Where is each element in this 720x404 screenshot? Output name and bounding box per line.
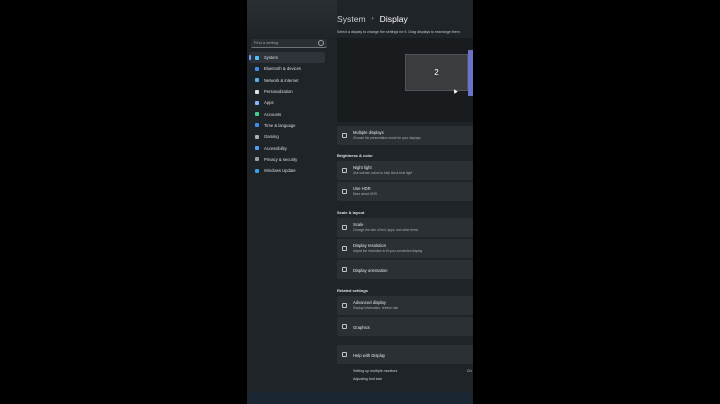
graphics-icon	[342, 324, 347, 329]
hdr-card[interactable]: Use HDR More about HDR	[337, 182, 473, 201]
section-scale-layout: Scale & layout	[337, 210, 365, 215]
multiple-displays-icon	[342, 133, 347, 138]
display-arrangement[interactable]: 2	[337, 38, 473, 122]
scale-card[interactable]: Scale Change the size of text, apps, and…	[337, 218, 473, 237]
main-content: System › Display Select a display to cha…	[337, 0, 473, 404]
sidebar-item-label: Personalization	[264, 89, 293, 95]
card-subtitle: Display information, refresh rate	[353, 306, 399, 310]
card-title: Graphics	[353, 324, 370, 330]
update-icon	[255, 168, 259, 173]
sidebar-item-apps[interactable]: Apps	[249, 97, 325, 108]
sidebar-item-time-language[interactable]: Time & language	[249, 120, 325, 131]
orientation-card[interactable]: Display orientation	[337, 260, 473, 279]
graphics-card[interactable]: Graphics	[337, 317, 473, 336]
breadcrumb-system[interactable]: System	[337, 14, 366, 24]
arrange-hint: Select a display to change the settings …	[337, 30, 461, 34]
chevron-right-icon: ›	[371, 16, 374, 22]
search-icon	[318, 40, 324, 46]
sidebar-item-gaming[interactable]: Gaming	[249, 131, 325, 142]
sidebar-item-network-internet[interactable]: Network & internet	[249, 75, 325, 86]
help-title: Help with Display	[353, 352, 386, 358]
card-title: Use HDR	[353, 186, 371, 191]
advanced-display-card[interactable]: Advanced display Display information, re…	[337, 296, 473, 315]
hdr-icon	[342, 189, 347, 194]
night-light-card[interactable]: Night light Use warmer colors to help bl…	[337, 161, 473, 180]
sidebar-item-label: Network & internet	[264, 77, 299, 83]
help-trailing-text: Ch	[467, 369, 472, 373]
monitor-icon	[255, 55, 259, 60]
sidebar-nav: System Bluetooth & devices Network & inter…	[249, 52, 325, 176]
page-title: Display	[379, 14, 408, 24]
resolution-card[interactable]: Display resolution Adjust the resolution…	[337, 239, 473, 258]
monitor-label: 2	[434, 68, 439, 77]
sidebar-item-label: Apps	[264, 100, 274, 106]
multiple-displays-card[interactable]: Multiple displays Choose the presentatio…	[337, 126, 473, 145]
sidebar-item-label: Bluetooth & devices	[264, 66, 302, 72]
orientation-icon	[342, 267, 347, 272]
card-title: Multiple displays	[353, 130, 384, 135]
sidebar-item-label: Accessibility	[264, 145, 287, 151]
sidebar-item-label: Windows Update	[264, 168, 296, 174]
section-brightness: Brightness & color	[337, 153, 373, 158]
sidebar-item-label: Gaming	[264, 134, 279, 140]
brush-icon	[255, 89, 259, 94]
card-title: Night light	[353, 165, 372, 170]
search-input[interactable]: Find a setting	[251, 39, 327, 48]
taskbar-strip	[247, 392, 473, 404]
card-subtitle: Choose the presentation mode for your di…	[353, 136, 421, 140]
sidebar-item-bluetooth-devices[interactable]: Bluetooth & devices	[249, 63, 325, 74]
settings-window: Find a setting System Bluetooth & devices…	[247, 0, 473, 404]
shield-icon	[255, 157, 259, 162]
globe-icon	[255, 123, 259, 128]
wifi-icon	[255, 78, 259, 83]
sidebar-item-label: Accounts	[264, 111, 282, 117]
sidebar-item-personalization[interactable]: Personalization	[249, 86, 325, 97]
card-subtitle: Adjust the resolution to fit your connec…	[353, 249, 423, 253]
bluetooth-icon	[255, 66, 259, 71]
card-title: Advanced display	[353, 300, 386, 305]
monitor-1-edge[interactable]	[468, 50, 473, 96]
breadcrumb: System › Display	[337, 14, 408, 24]
sidebar-item-accounts[interactable]: Accounts	[249, 108, 325, 119]
sidebar-item-system[interactable]: System	[249, 52, 325, 64]
section-related: Related settings	[337, 288, 368, 293]
gamepad-icon	[255, 134, 259, 139]
person-icon	[255, 112, 259, 117]
resolution-icon	[342, 246, 347, 251]
search-placeholder: Find a setting	[254, 40, 279, 45]
hdr-link[interactable]: More about HDR	[353, 192, 377, 196]
apps-icon	[255, 100, 259, 105]
card-title: Scale	[353, 222, 364, 227]
monitor-2[interactable]: 2	[405, 54, 468, 91]
help-link-multiple-monitors[interactable]: Setting up multiple monitors	[353, 369, 397, 373]
help-card[interactable]: Help with Display	[337, 345, 473, 364]
help-link-font-size[interactable]: Adjusting font size	[353, 377, 382, 381]
card-title: Display resolution	[353, 243, 387, 248]
sidebar-item-label: Time & language	[264, 122, 296, 128]
sidebar-item-accessibility[interactable]: Accessibility	[249, 142, 325, 153]
globe-icon	[342, 352, 347, 357]
sidebar-item-privacy-security[interactable]: Privacy & security	[249, 154, 325, 165]
card-subtitle: Use warmer colors to help block blue lig…	[353, 171, 412, 175]
sidebar-item-windows-update[interactable]: Windows Update	[249, 165, 325, 176]
monitor-icon	[342, 303, 347, 308]
sidebar-item-label: Privacy & security	[264, 156, 298, 162]
card-title: Display orientation	[353, 267, 388, 273]
card-subtitle: Change the size of text, apps, and other…	[353, 228, 419, 232]
sun-icon	[342, 168, 347, 173]
scale-icon	[342, 225, 347, 230]
accessibility-icon	[255, 146, 259, 151]
sidebar-item-label: System	[264, 55, 278, 61]
